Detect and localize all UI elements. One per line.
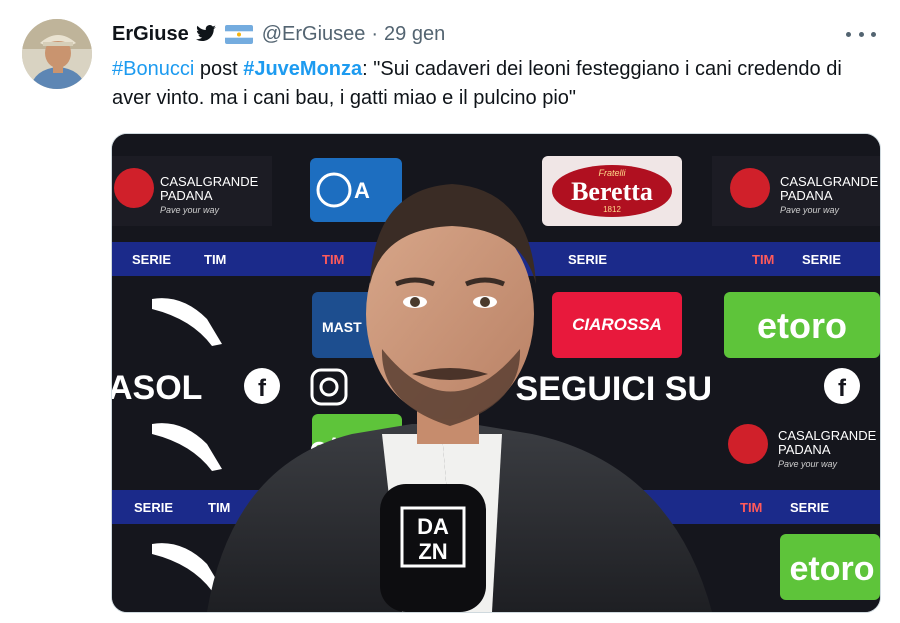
sponsor-padana-left: PADANA <box>160 188 213 203</box>
sponsor-tagline-left: Pave your way <box>160 205 220 215</box>
band-tim-4: TIM <box>208 500 230 515</box>
band-serie-3: SERIE <box>802 252 841 267</box>
band-tim-1: TIM <box>204 252 226 267</box>
sponsor-etoro-1: etoro <box>757 305 847 346</box>
text-post-word: post <box>194 58 244 80</box>
band-tim-2: TIM <box>322 252 344 267</box>
sponsor-beretta: Beretta <box>571 177 653 206</box>
sponsor-casalgrande-right: CASALGRANDE <box>780 174 879 189</box>
sponsor-casalgrande-right-2: CASALGRANDE <box>778 428 877 443</box>
timestamp[interactable]: 29 gen <box>384 23 445 46</box>
tweet-card[interactable]: ErGiuse @ErGiusee · 29 gen #Bonucci post… <box>0 0 900 623</box>
avatar[interactable] <box>22 19 92 89</box>
sponsor-tagline-right-2: Pave your way <box>778 459 838 469</box>
twitter-bird-icon <box>195 25 217 43</box>
sponsor-beretta-year: 1812 <box>603 205 621 214</box>
svg-text:f: f <box>838 375 847 402</box>
dazn-top-text: DA <box>417 514 449 539</box>
svg-text:f: f <box>258 375 267 402</box>
band-serie-2: SERIE <box>568 252 607 267</box>
separator-dot: · <box>371 22 379 45</box>
casalgrande-logo-left <box>114 168 154 208</box>
display-name[interactable]: ErGiuse <box>112 23 189 46</box>
dazn-bottom-text: ZN <box>418 539 447 564</box>
more-options-icon[interactable] <box>846 22 876 46</box>
band-serie-4: SERIE <box>134 500 173 515</box>
band-serie-1: SERIE <box>132 252 171 267</box>
sponsor-etoro-3: etoro <box>790 550 875 588</box>
argentina-flag-icon <box>224 24 253 44</box>
band-seguici: SEGUICI SU <box>516 370 712 408</box>
dazn-microphone: DA ZN <box>380 484 486 612</box>
tweet-media-image[interactable]: CASALGRANDE PADANA Pave your way A Frate… <box>111 133 881 613</box>
band-tim-3: TIM <box>752 252 774 267</box>
sponsor-tagline-right: Pave your way <box>780 205 840 215</box>
hashtag-juvemonza[interactable]: #JuveMonza <box>243 58 362 80</box>
band-serie-5: SERIE <box>790 500 829 515</box>
sponsor-cirossa: CIAROSSA <box>572 315 662 334</box>
band-asol: ASOL <box>112 369 202 407</box>
tweet-header: ErGiuse @ErGiusee · 29 gen <box>112 20 445 48</box>
band-tim-5: TIM <box>740 500 762 515</box>
svg-text:A: A <box>354 178 370 203</box>
sponsor-casalgrande-left: CASALGRANDE <box>160 174 259 189</box>
tweet-text: #Bonucci post #JuveMonza: "Sui cadaveri … <box>112 55 872 113</box>
casalgrande-logo-right <box>730 168 770 208</box>
hashtag-bonucci[interactable]: #Bonucci <box>112 58 194 80</box>
sponsor-padana-right: PADANA <box>780 188 833 203</box>
casalgrande-logo-right-2 <box>728 424 768 464</box>
handle[interactable]: @ErGiusee <box>262 23 366 46</box>
sponsor-padana-right-2: PADANA <box>778 442 831 457</box>
sponsor-mast: MAST <box>322 319 362 335</box>
